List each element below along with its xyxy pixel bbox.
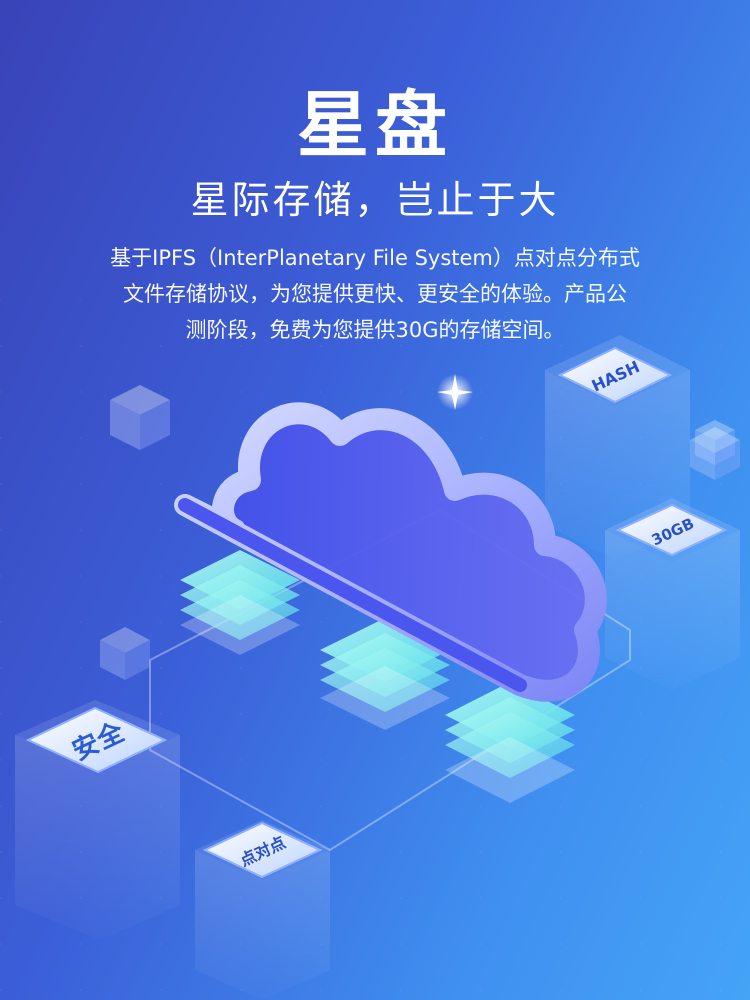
page-subtitle: 星际存储，岂止于大 [190, 178, 560, 222]
page-title: 星盘 [296, 83, 453, 167]
decor-cube [100, 627, 150, 680]
header: 星盘 星际存储，岂止于大 [0, 80, 750, 226]
description-line: 基于IPFS（InterPlanetary File System）点对点分布式 [110, 246, 640, 270]
decor-cube [110, 385, 170, 450]
storage-illustration: HASH 30GB 安全 点对点 [15, 335, 740, 1000]
description-line: 文件存储协议，为您提供更快、更安全的体验。产品公 [123, 282, 627, 306]
